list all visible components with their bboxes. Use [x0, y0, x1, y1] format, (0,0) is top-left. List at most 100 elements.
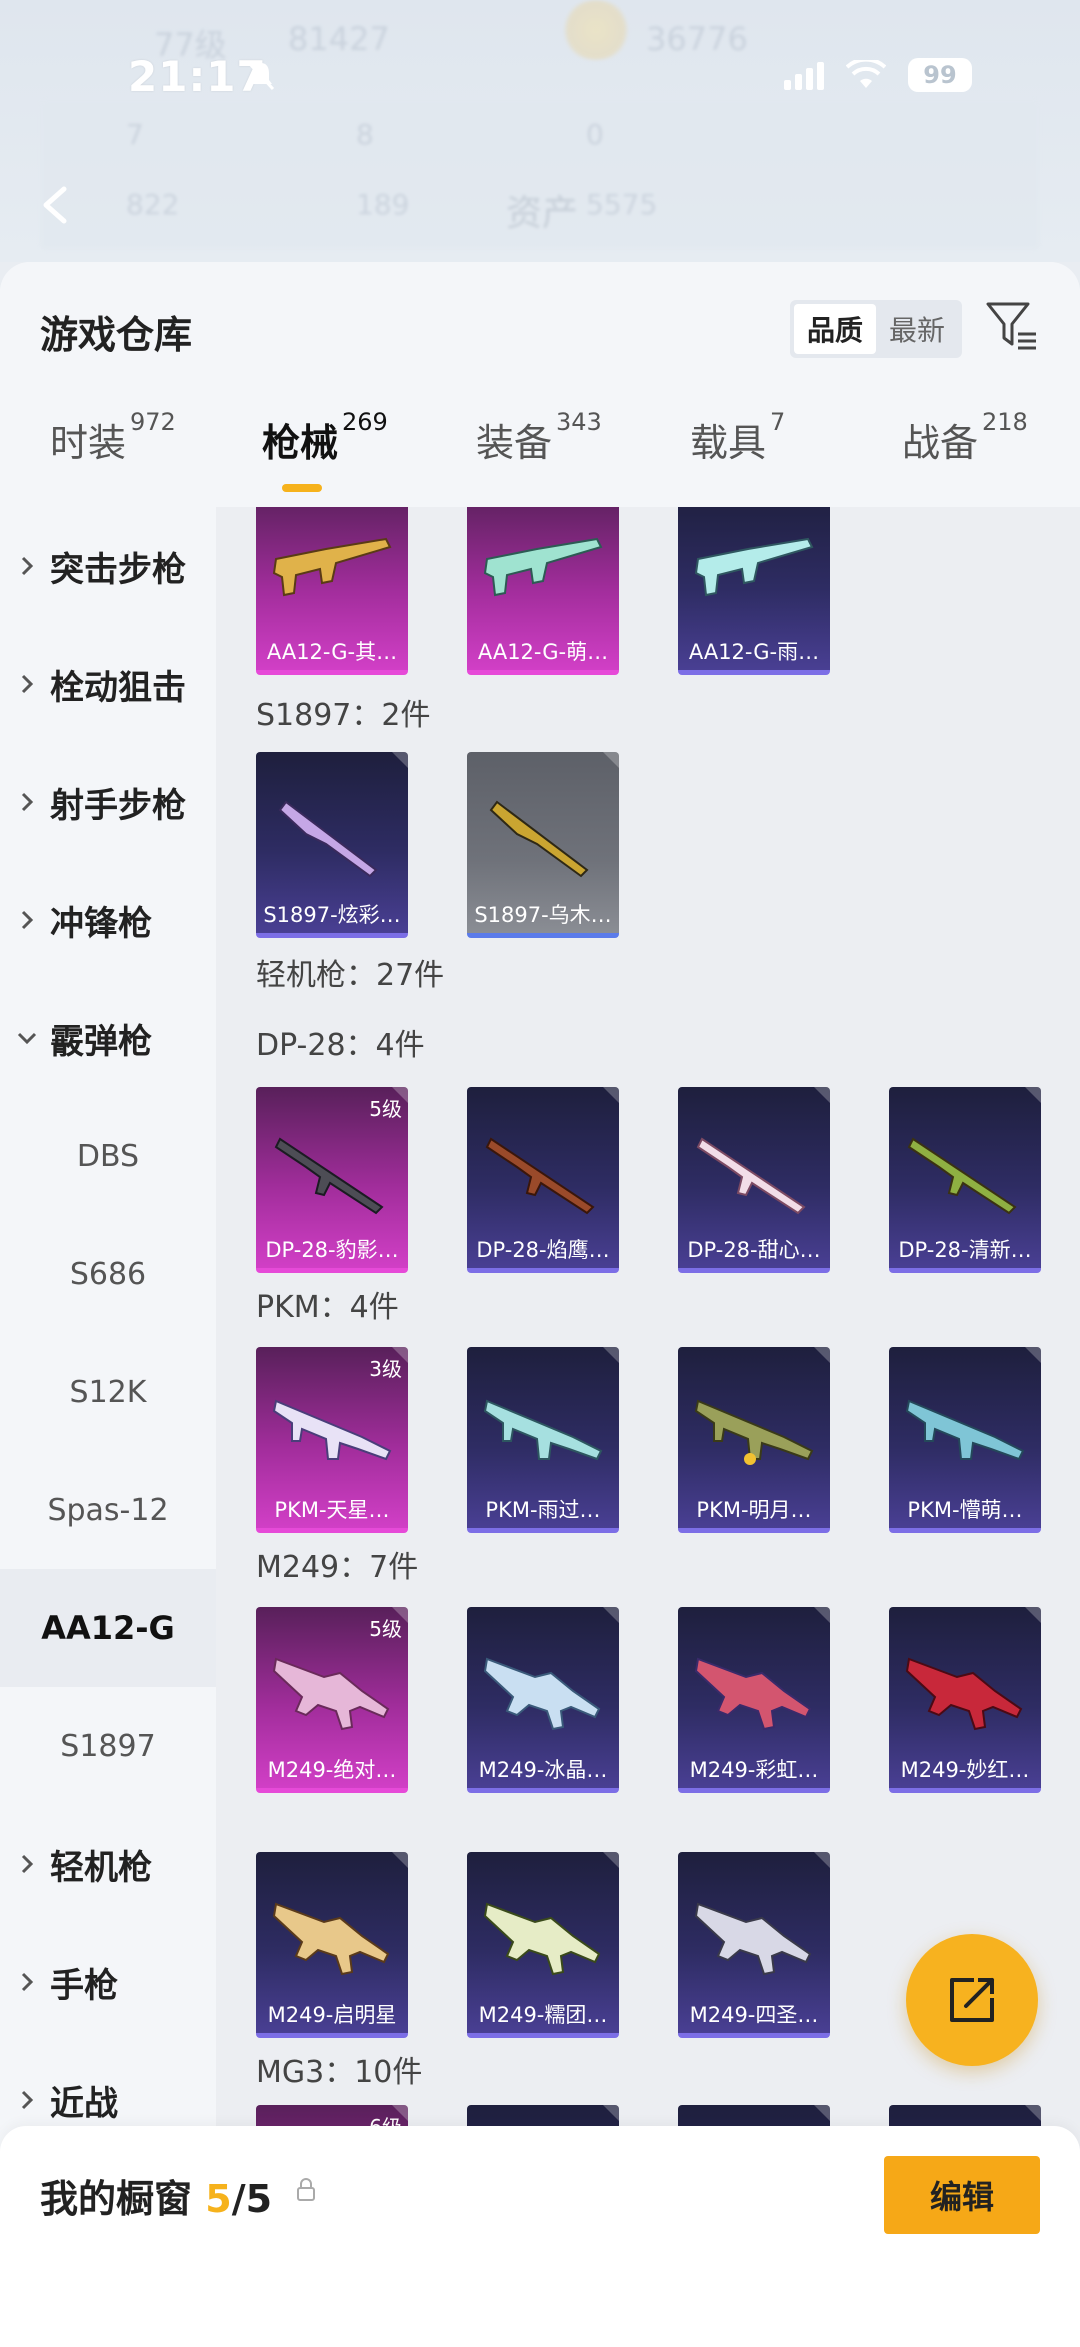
- weapon-card[interactable]: PKM-雨过…: [467, 1347, 619, 1533]
- weapon-card[interactable]: DP-28-清新…: [889, 1087, 1041, 1273]
- sidebar-item-label: 冲锋枪: [50, 903, 152, 944]
- tab-vehicles[interactable]: 载具 7: [690, 408, 785, 467]
- cellular-signal-icon: [784, 60, 824, 90]
- asset-stats-panel: 7 8 0 822 189 资产 5575: [40, 100, 1040, 250]
- tab-label: 时装: [50, 421, 127, 465]
- sidebar-item-marksman-rifle[interactable]: 射手步枪: [0, 743, 216, 861]
- weapon-card[interactable]: DP-28-焰鹰…: [467, 1087, 619, 1273]
- sidebar-item-assault-rifle[interactable]: 突击步枪: [0, 507, 216, 625]
- weapon-card-name: S1897-炫彩…: [263, 903, 401, 927]
- showcase-count: 5/5: [205, 2177, 272, 2221]
- sidebar-subitem-s12k[interactable]: S12K: [0, 1333, 216, 1451]
- weapon-card[interactable]: M249-妙红…: [889, 1607, 1041, 1793]
- tab-count: 269: [342, 408, 388, 436]
- chevron-down-icon: [17, 1032, 37, 1045]
- showcase-count-current: 5: [205, 2177, 232, 2221]
- section-title-pkm: PKM：4件: [256, 1290, 399, 1325]
- chevron-right-icon: [21, 1854, 34, 1874]
- weapon-category-sidebar: 突击步枪 栓动狙击 射手步枪 冲锋枪 霰弹枪 DBS S686 S12K Spa…: [0, 507, 216, 2347]
- sidebar-subitem-spas-12[interactable]: Spas-12: [0, 1451, 216, 1569]
- chevron-right-icon: [21, 2090, 34, 2110]
- weapon-card[interactable]: AA12-G-雨…: [678, 507, 830, 675]
- chevron-right-icon: [21, 1972, 34, 1992]
- sidebar-item-bolt-sniper[interactable]: 栓动狙击: [0, 625, 216, 743]
- weapon-skin-thumbnail: [694, 1902, 812, 1976]
- tab-firearms[interactable]: 枪械 269: [262, 408, 388, 467]
- sort-by-newest-button[interactable]: 最新: [876, 304, 958, 354]
- showcase-title: 我的橱窗 5/5: [40, 2168, 272, 2223]
- weapon-card[interactable]: M249-启明星: [256, 1852, 408, 2038]
- sidebar-item-shotgun[interactable]: 霰弹枪: [0, 979, 216, 1097]
- edit-button[interactable]: 编辑: [884, 2156, 1040, 2234]
- weapon-card-name: PKM-懵萌…: [907, 1498, 1023, 1522]
- mute-bell-icon: [247, 61, 275, 91]
- weapon-card[interactable]: S1897-炫彩…: [256, 752, 408, 938]
- status-bar: 21:17 99: [0, 50, 1080, 110]
- stat-value: 7: [126, 118, 144, 151]
- section-title-dp28: DP-28：4件: [256, 1028, 425, 1063]
- weapon-skin-thumbnail: [272, 537, 392, 597]
- sidebar-item-label: 栓动狙击: [50, 667, 186, 708]
- weapon-skin-thumbnail: [694, 1399, 814, 1465]
- tab-count: 218: [982, 408, 1028, 436]
- sidebar-subitem-s686[interactable]: S686: [0, 1215, 216, 1333]
- weapon-card-name: PKM-明月…: [696, 1498, 812, 1522]
- sidebar-item-label: 手枪: [50, 1965, 118, 2006]
- weapon-card[interactable]: 5级 M249-绝对…: [256, 1607, 408, 1793]
- weapon-skin-thumbnail: [278, 800, 378, 878]
- weapon-card-name: S1897-乌木…: [474, 903, 612, 927]
- weapon-card[interactable]: M249-冰晶…: [467, 1607, 619, 1793]
- weapon-card-name: DP-28-豹影…: [265, 1238, 399, 1262]
- tab-fashion[interactable]: 时装 972: [50, 408, 176, 467]
- weapon-card-name: M249-糯团…: [478, 2003, 608, 2027]
- weapon-card[interactable]: PKM-懵萌…: [889, 1347, 1041, 1533]
- sidebar-subitem-dbs[interactable]: DBS: [0, 1097, 216, 1215]
- weapon-skin-thumbnail: [483, 1902, 601, 1976]
- weapon-skin-thumbnail: [272, 1657, 390, 1731]
- tab-label: 装备: [476, 421, 553, 465]
- weapon-skin-thumbnail: [272, 1902, 390, 1976]
- weapon-card[interactable]: DP-28-甜心…: [678, 1087, 830, 1273]
- sidebar-item-label: 突击步枪: [50, 549, 186, 590]
- weapon-skin-thumbnail: [274, 1137, 384, 1215]
- sort-toggle: 品质 最新: [790, 300, 962, 358]
- share-button[interactable]: [906, 1934, 1038, 2066]
- weapon-card[interactable]: M249-彩虹…: [678, 1607, 830, 1793]
- weapon-card[interactable]: 3级 PKM-天星…: [256, 1347, 408, 1533]
- wifi-icon: [846, 60, 886, 88]
- filter-icon[interactable]: [984, 298, 1040, 354]
- weapon-card[interactable]: 5级 DP-28-豹影…: [256, 1087, 408, 1273]
- back-arrow-icon[interactable]: [40, 185, 70, 225]
- weapon-card[interactable]: AA12-G-其…: [256, 507, 408, 675]
- weapon-card-name: AA12-G-其…: [266, 640, 398, 664]
- sidebar-item-label: 霰弹枪: [50, 1021, 152, 1062]
- sidebar-item-lmg[interactable]: 轻机枪: [0, 1805, 216, 1923]
- stat-value: 822: [126, 188, 180, 221]
- sidebar-item-smg[interactable]: 冲锋枪: [0, 861, 216, 979]
- tab-label: 载具: [690, 421, 767, 465]
- weapon-card-name: M249-冰晶…: [478, 1758, 608, 1782]
- weapon-skin-thumbnail: [694, 537, 814, 597]
- assets-label: 资产: [506, 193, 579, 234]
- weapon-card[interactable]: S1897-乌木…: [467, 752, 619, 938]
- tab-count: 7: [770, 408, 786, 436]
- tab-equipment[interactable]: 装备 343: [476, 408, 602, 467]
- weapon-skin-thumbnail: [696, 1137, 806, 1215]
- section-title-m249: M249：7件: [256, 1550, 419, 1585]
- sidebar-subitem-aa12-g[interactable]: AA12-G: [0, 1569, 216, 1687]
- weapon-card[interactable]: M249-四圣…: [678, 1852, 830, 2038]
- weapon-card[interactable]: M249-糯团…: [467, 1852, 619, 2038]
- share-icon: [950, 1978, 994, 2022]
- sidebar-subitem-s1897[interactable]: S1897: [0, 1687, 216, 1805]
- sort-by-quality-button[interactable]: 品质: [794, 304, 876, 354]
- weapon-card[interactable]: AA12-G-萌…: [467, 507, 619, 675]
- weapon-grid: AA12-G-其… AA12-G-萌… AA12-G-雨… S1897：2件 S…: [216, 507, 1080, 2347]
- weapon-skin-thumbnail: [485, 1137, 595, 1215]
- weapon-skin-thumbnail: [483, 1399, 603, 1461]
- stat-value: 8: [356, 118, 374, 151]
- sidebar-item-label: 轻机枪: [50, 1847, 152, 1888]
- tab-supplies[interactable]: 战备 218: [902, 408, 1028, 467]
- weapon-card[interactable]: PKM-明月…: [678, 1347, 830, 1533]
- sidebar-item-pistol[interactable]: 手枪: [0, 1923, 216, 2041]
- chevron-right-icon: [21, 910, 34, 930]
